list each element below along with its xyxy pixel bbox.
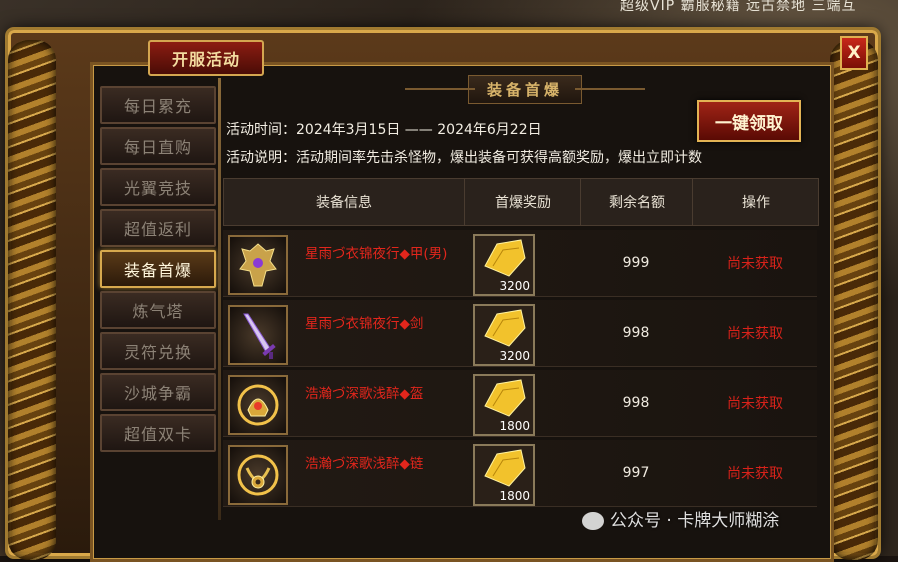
header-line-right	[575, 88, 645, 90]
item-name: 浩瀚づ深歌浅醉◆链	[305, 456, 424, 472]
table-header: 装备信息 首爆奖励 剩余名额 操作	[223, 178, 819, 226]
activity-sidebar: 每日累充 每日直购 光翼竞技 超值返利 装备首爆 炼气塔 灵符兑换 沙城争霸 超…	[96, 80, 218, 520]
item-name: 浩瀚づ深歌浅醉◆盔	[305, 386, 424, 402]
column-header-action: 操作	[692, 179, 819, 225]
armor-icon[interactable]	[228, 235, 288, 295]
window-title: 开服活动	[148, 40, 264, 76]
close-button[interactable]: X	[840, 36, 868, 70]
sword-icon[interactable]	[228, 305, 288, 365]
top-menu-text[interactable]: 超级VIP 霸服秘籍 远古禁地 三端互	[620, 0, 857, 15]
reward-slot[interactable]: 1800	[473, 444, 535, 506]
item-name: 星雨づ衣锦夜行◆剑	[305, 316, 424, 332]
remaining-count: 998	[622, 395, 650, 411]
reward-quantity: 3200	[499, 279, 530, 293]
sidebar-item-daily-purchase[interactable]: 每日直购	[100, 127, 216, 165]
activity-time: 活动时间：2024年3月15日 —— 2024年6月22日	[226, 122, 542, 138]
column-header-remaining: 剩余名额	[580, 179, 693, 225]
remaining-count: 997	[622, 465, 650, 481]
section-header: 装备首爆	[405, 74, 645, 104]
helmet-icon[interactable]	[228, 375, 288, 435]
status-not-obtained: 尚未获取	[727, 466, 783, 482]
column-header-reward: 首爆奖励	[464, 179, 581, 225]
sidebar-item-daily-topup[interactable]: 每日累充	[100, 86, 216, 124]
table-row: 星雨づ衣锦夜行◆甲(男) 3200 999 尚未获取	[223, 230, 817, 297]
header-line-left	[405, 88, 475, 90]
sidebar-divider	[218, 78, 221, 520]
reward-quantity: 1800	[499, 489, 530, 503]
right-dragon-ornament	[830, 40, 878, 560]
sidebar-item-rebate[interactable]: 超值返利	[100, 209, 216, 247]
remaining-count: 998	[622, 325, 650, 341]
reward-quantity: 3200	[499, 349, 530, 363]
activity-description: 活动说明：活动期间率先击杀怪物，爆出装备可获得高额奖励，爆出立即计数	[226, 150, 702, 166]
sidebar-item-wing-arena[interactable]: 光翼竞技	[100, 168, 216, 206]
reward-slot[interactable]: 3200	[473, 234, 535, 296]
left-dragon-ornament	[8, 40, 56, 560]
watermark: 公众号 · 卡牌大师糊涂	[582, 506, 779, 531]
watermark-text: 公众号 · 卡牌大师糊涂	[610, 511, 780, 531]
reward-quantity: 1800	[499, 419, 530, 433]
first-drop-table: 装备信息 首爆奖励 剩余名额 操作 星雨づ衣锦夜行◆甲(男) 3200 999 …	[223, 178, 819, 516]
gold-ingot-icon	[484, 379, 526, 417]
status-not-obtained: 尚未获取	[727, 396, 783, 412]
sidebar-item-first-drop[interactable]: 装备首爆	[100, 250, 216, 288]
sidebar-item-qi-tower[interactable]: 炼气塔	[100, 291, 216, 329]
reward-slot[interactable]: 1800	[473, 374, 535, 436]
necklace-icon[interactable]	[228, 445, 288, 505]
claim-all-button[interactable]: 一键领取	[697, 100, 801, 142]
wechat-icon	[582, 512, 604, 530]
column-header-item: 装备信息	[316, 195, 372, 211]
status-not-obtained: 尚未获取	[727, 256, 783, 272]
sidebar-item-siege[interactable]: 沙城争霸	[100, 373, 216, 411]
remaining-count: 999	[622, 255, 650, 271]
sidebar-item-talisman-exchange[interactable]: 灵符兑换	[100, 332, 216, 370]
gold-ingot-icon	[484, 449, 526, 487]
section-title: 装备首爆	[467, 74, 582, 104]
table-row: 星雨づ衣锦夜行◆剑 3200 998 尚未获取	[223, 300, 817, 367]
sidebar-item-double-card[interactable]: 超值双卡	[100, 414, 216, 452]
reward-slot[interactable]: 3200	[473, 304, 535, 366]
gold-ingot-icon	[484, 309, 526, 347]
table-row: 浩瀚づ深歌浅醉◆盔 1800 998 尚未获取	[223, 370, 817, 437]
gold-ingot-icon	[484, 239, 526, 277]
status-not-obtained: 尚未获取	[727, 326, 783, 342]
table-row: 浩瀚づ深歌浅醉◆链 1800 997 尚未获取	[223, 440, 817, 507]
item-name: 星雨づ衣锦夜行◆甲(男)	[305, 246, 448, 262]
